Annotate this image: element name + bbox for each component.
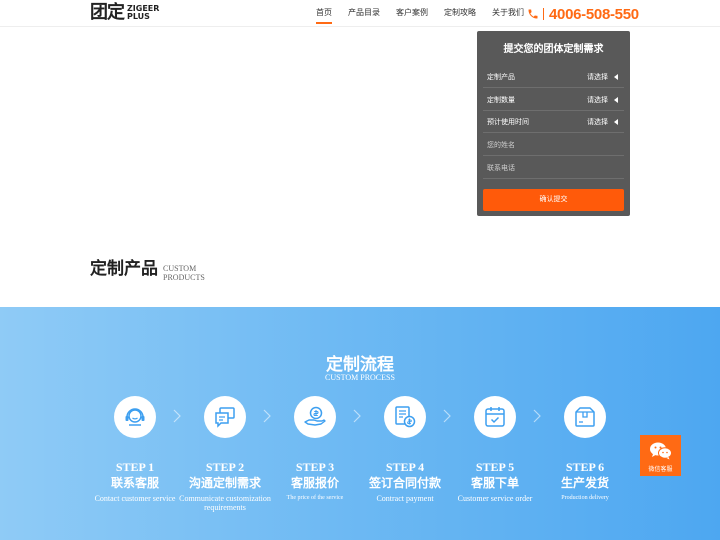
process-step-1: STEP 1 联系客服 Contact customer service [85, 396, 185, 503]
wechat-service-label: 微信客服 [648, 467, 673, 473]
form-title: 提交您的团体定制需求 [503, 44, 604, 55]
phone-icon [528, 9, 538, 19]
products-title-en: CUSTOM PRODUCTS [163, 264, 205, 282]
products-section-title: 定制产品 CUSTOM PRODUCTS [90, 258, 223, 282]
step-subtitle: Contact customer service [94, 494, 176, 503]
logo-subtext: ZIGEER PLUS [127, 4, 160, 21]
site-header: 团定 ZIGEER PLUS 首页 产品目录 客户案例 定制攻略 关于我们 40… [0, 0, 720, 27]
step-number: STEP 6 [565, 460, 605, 474]
phone-number: 4006-508-550 [549, 5, 639, 23]
step-number: STEP 5 [475, 460, 515, 474]
quantity-select-label: 定制数量 [487, 97, 515, 104]
hotline[interactable]: 4006-508-550 [527, 4, 639, 24]
usage-time-select[interactable]: 预计使用时间 请选择 [483, 111, 624, 133]
step-subtitle: Communicate customization requirements [179, 494, 271, 512]
name-input[interactable]: 您的姓名 [483, 134, 624, 156]
step-title: 签订合同付款 [368, 476, 441, 490]
usage-time-select-label: 预计使用时间 [487, 119, 529, 126]
step-subtitle: The price of the service [286, 495, 344, 501]
process-title: 定制流程 [326, 355, 394, 374]
phone-input[interactable]: 联系电话 [483, 157, 624, 179]
step-number: STEP 4 [385, 460, 425, 474]
nav-item-about[interactable]: 关于我们 [492, 0, 524, 27]
step-icon-circle [204, 396, 246, 438]
nav-item-cases[interactable]: 客户案例 [396, 0, 428, 27]
coin-hand-icon [304, 406, 326, 426]
step-title: 客服报价 [290, 476, 339, 490]
product-select-value: 请选择 [587, 72, 618, 82]
chat-icon [215, 407, 235, 428]
step-number: STEP 1 [115, 460, 155, 474]
process-step-5: STEP 5 客服下单 Customer service order [445, 396, 545, 503]
wechat-icon [649, 442, 672, 460]
step-subtitle: Contract payment [376, 494, 434, 503]
contract-icon [395, 406, 416, 428]
step-icon-circle [384, 396, 426, 438]
step-icon-circle [294, 396, 336, 438]
caret-left-icon [614, 119, 618, 125]
step-icon-circle [474, 396, 516, 438]
process-step-3: STEP 3 客服报价 The price of the service [265, 396, 365, 503]
phone-input-placeholder: 联系电话 [487, 165, 515, 172]
product-select-label: 定制产品 [487, 74, 515, 81]
process-step-6: STEP 6 生产发货 Production delivery [535, 396, 635, 503]
quantity-select[interactable]: 定制数量 请选择 [483, 89, 624, 111]
step-subtitle: Customer service order [457, 494, 533, 503]
usage-time-select-value: 请选择 [587, 117, 618, 127]
process-step-2: STEP 2 沟通定制需求 Communicate customization … [175, 396, 275, 512]
submit-button[interactable]: 确认提交 [483, 189, 624, 211]
step-icon-circle [114, 396, 156, 438]
calendar-icon [485, 407, 505, 427]
logo[interactable]: 团定 ZIGEER PLUS [90, 3, 159, 23]
step-icon-circle [564, 396, 606, 438]
step-title: 生产发货 [560, 476, 609, 490]
nav-item-home[interactable]: 首页 [316, 0, 332, 27]
step-title: 沟通定制需求 [188, 476, 261, 490]
name-input-placeholder: 您的姓名 [487, 142, 515, 149]
wechat-service-button[interactable]: 微信客服 [640, 435, 681, 476]
quantity-select-value: 请选择 [587, 95, 618, 105]
process-step-4: STEP 4 签订合同付款 Contract payment [355, 396, 455, 503]
process-subtitle: CUSTOM PROCESS [325, 373, 395, 382]
box-icon [575, 407, 595, 427]
custom-process-section: 定制流程 CUSTOM PROCESS STEP 1 联系客服 Contact … [0, 307, 720, 540]
custom-request-form: 提交您的团体定制需求 定制产品 请选择 定制数量 请选择 预计使用时间 请选择 … [477, 31, 630, 216]
phone-divider [543, 8, 544, 20]
product-select[interactable]: 定制产品 请选择 [483, 66, 624, 88]
logo-text: 团定 [90, 2, 125, 23]
products-title-cn: 定制产品 [90, 259, 158, 278]
headset-icon [125, 408, 145, 426]
caret-left-icon [614, 97, 618, 103]
step-number: STEP 3 [295, 460, 335, 474]
nav-item-products[interactable]: 产品目录 [348, 0, 380, 27]
nav-item-guide[interactable]: 定制攻略 [444, 0, 476, 27]
main-nav: 首页 产品目录 客户案例 定制攻略 关于我们 [316, 0, 540, 27]
caret-left-icon [614, 74, 618, 80]
step-title: 联系客服 [110, 476, 159, 490]
step-subtitle: Production delivery [561, 495, 609, 501]
step-title: 客服下单 [470, 476, 519, 490]
step-number: STEP 2 [205, 460, 245, 474]
